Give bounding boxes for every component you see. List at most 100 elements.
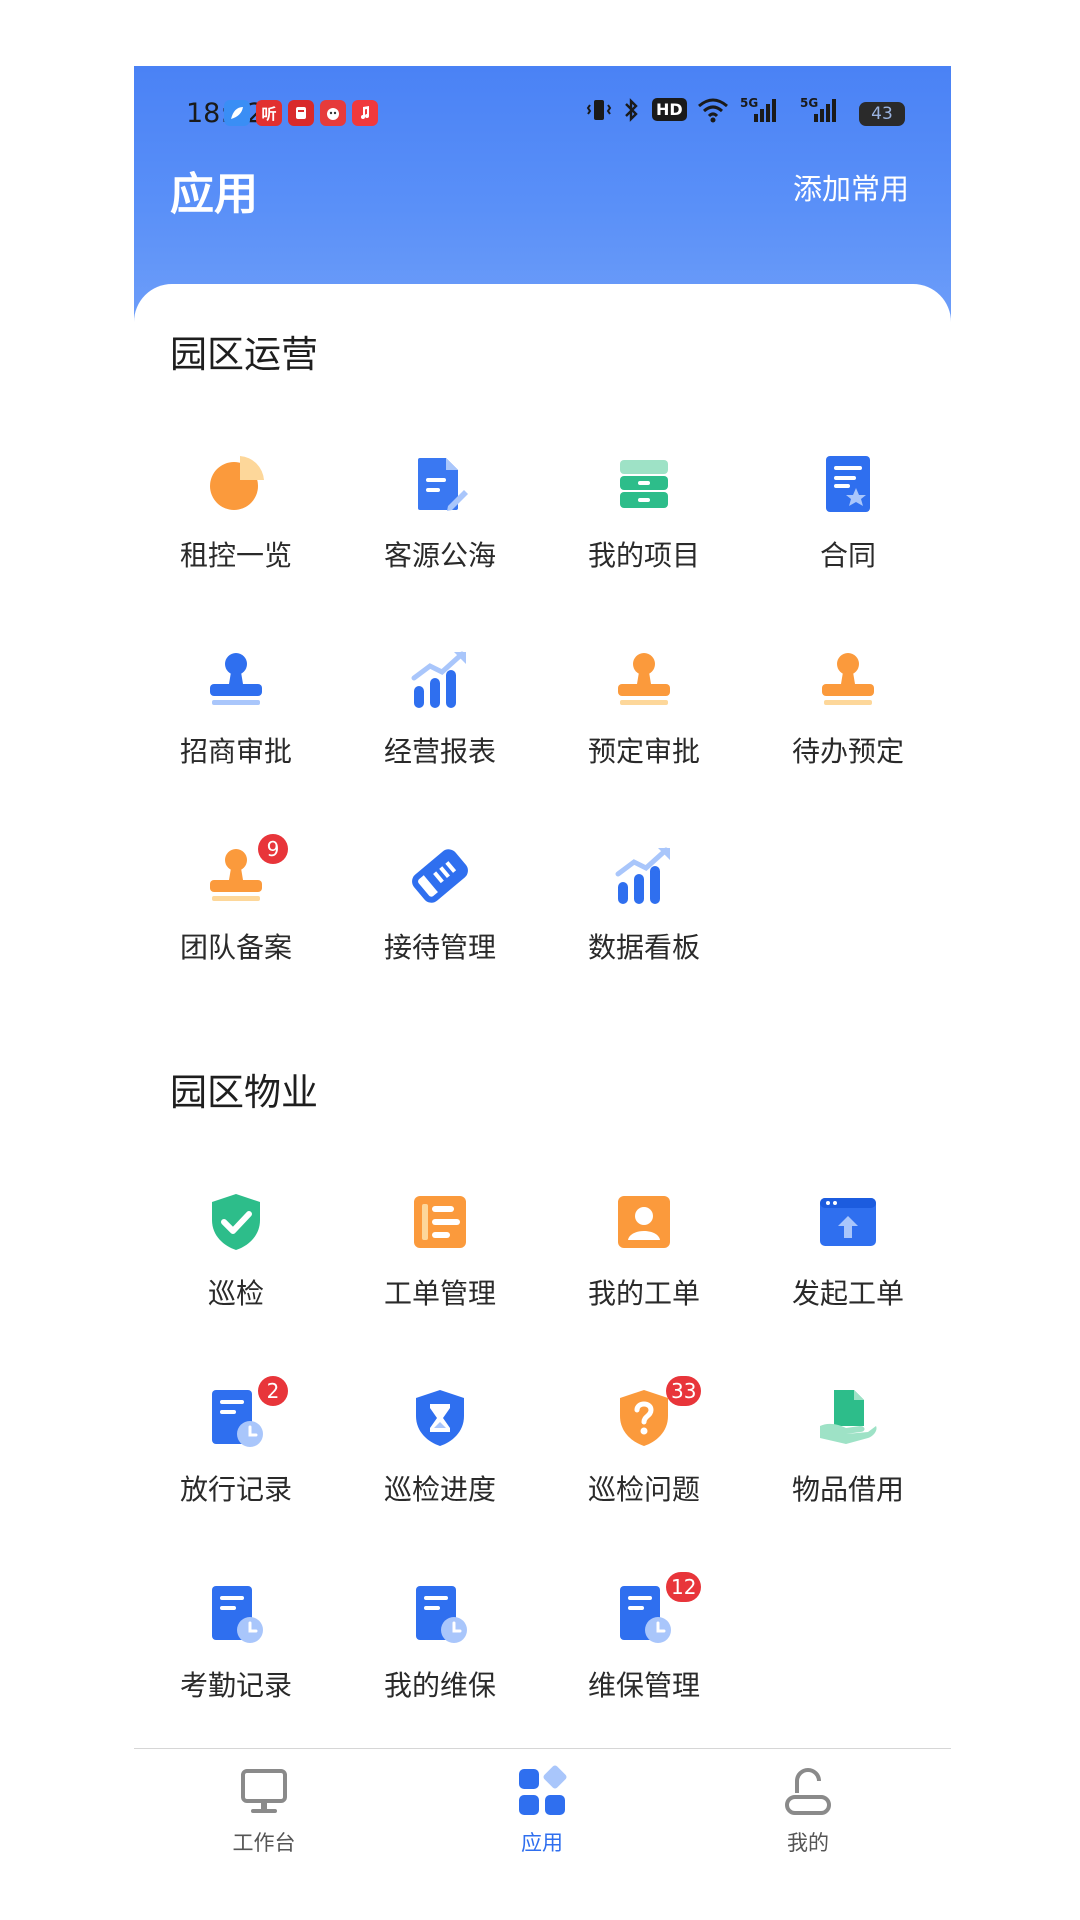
document-clock-icon — [416, 1586, 467, 1643]
add-common-button[interactable]: 添加常用 — [793, 166, 909, 208]
wifi-icon — [696, 96, 730, 130]
app-icon-wrap — [408, 1386, 472, 1450]
tab-label: 工作台 — [232, 1831, 296, 1855]
app-icon-wrap — [204, 648, 268, 712]
app-label: 放行记录 — [179, 1473, 292, 1506]
archive-box-icon — [620, 460, 668, 508]
app-label: 经营报表 — [383, 735, 496, 768]
app-icon-wrap — [816, 648, 880, 712]
app-label: 巡检 — [207, 1277, 264, 1310]
app-item[interactable]: 我的工单 — [542, 1178, 746, 1374]
music-app-icon — [352, 100, 378, 126]
app-item[interactable]: 我的项目 — [542, 440, 746, 636]
app-item[interactable]: 预定审批 — [542, 636, 746, 832]
ting-app-icon: 听 — [256, 100, 282, 126]
app-icon-wrap — [612, 648, 676, 712]
apps-grid-icon — [519, 1765, 567, 1815]
ticket-icon — [412, 849, 468, 903]
app-icon-wrap — [204, 452, 268, 516]
app-item[interactable]: 接待管理 — [338, 832, 542, 1028]
section-title-property: 园区物业 — [170, 1071, 318, 1114]
section-title-operations: 园区运营 — [170, 333, 318, 376]
news-app-icon — [288, 100, 314, 126]
app-label: 巡检问题 — [587, 1473, 700, 1506]
contract-star-icon — [826, 456, 870, 512]
app-item[interactable]: 工单管理 — [338, 1178, 542, 1374]
app-label: 我的维保 — [383, 1669, 496, 1702]
tab-label: 应用 — [521, 1831, 563, 1855]
app-item[interactable]: 9 团队备案 — [134, 832, 338, 1028]
monitor-icon — [241, 1769, 287, 1813]
signal-5g-label: 5G — [740, 96, 759, 110]
browser-upload-icon — [820, 1198, 876, 1246]
notification-badge: 33 — [666, 1376, 702, 1406]
app-label: 我的工单 — [587, 1277, 700, 1310]
signal-5g-label: 5G — [800, 96, 819, 110]
hand-document-icon — [820, 1390, 877, 1444]
app-item[interactable]: 待办预定 — [746, 636, 950, 832]
app-icon-wrap — [408, 1582, 472, 1646]
app-item[interactable]: 数据看板 — [542, 832, 746, 1028]
hd-label: HD — [652, 98, 687, 121]
app-label: 物品借用 — [791, 1473, 904, 1506]
app-item[interactable]: 招商审批 — [134, 636, 338, 832]
app-icon-wrap — [408, 844, 472, 908]
phone-screen: 18:52 听 HD — [134, 66, 951, 1920]
app-item[interactable]: 33 巡检问题 — [542, 1374, 746, 1570]
app-item[interactable]: 考勤记录 — [134, 1570, 338, 1766]
bottom-tab-bar: 工作台 应用 我的 — [134, 1748, 951, 1869]
app-icon-wrap — [612, 1190, 676, 1254]
notification-badge: 12 — [666, 1572, 702, 1602]
app-label: 数据看板 — [587, 931, 700, 964]
app-icon-wrap — [408, 1190, 472, 1254]
5g-signal-icon: 5G — [740, 96, 778, 130]
app-item[interactable]: 合同 — [746, 440, 950, 636]
app-item[interactable]: 发起工单 — [746, 1178, 950, 1374]
app-label: 租控一览 — [179, 539, 292, 572]
app-item[interactable]: 物品借用 — [746, 1374, 950, 1570]
app-label: 待办预定 — [791, 735, 904, 768]
tab-label: 我的 — [787, 1831, 829, 1855]
app-item[interactable]: 2 放行记录 — [134, 1374, 338, 1570]
bluetooth-icon — [622, 96, 642, 130]
app-icon-wrap — [816, 1190, 880, 1254]
app-item[interactable]: 巡检 — [134, 1178, 338, 1374]
tab-mine[interactable]: 我的 — [738, 1763, 878, 1857]
app-label: 我的项目 — [587, 539, 700, 572]
tab-apps[interactable]: 应用 — [472, 1763, 612, 1857]
app-item[interactable]: 客源公海 — [338, 440, 542, 636]
stamp-orange-icon — [618, 653, 670, 705]
app-icon-wrap — [408, 452, 472, 516]
property-app-grid: 巡检 工单管理 我的工单 发起工单 2 放行记录 巡检进度 33 巡检问题 物品借用考勤记录 我的维… — [134, 1178, 951, 1766]
document-clock-icon — [212, 1586, 263, 1643]
app-item[interactable]: 12 维保管理 — [542, 1570, 746, 1766]
app-item[interactable]: 巡检进度 — [338, 1374, 542, 1570]
app-label: 工单管理 — [383, 1277, 496, 1310]
app-label: 考勤记录 — [179, 1669, 292, 1702]
app-label: 发起工单 — [791, 1277, 904, 1310]
user-card-icon — [618, 1196, 670, 1248]
page-title: 应用 — [170, 169, 258, 220]
battery-indicator: 43 — [859, 102, 905, 126]
apps-panel: 园区运营 租控一览 客源公海 我的项目 合同招商审批 经营报表 预定审批 待办预定 9 团队备案… — [134, 284, 951, 1754]
app-icon-wrap — [612, 844, 676, 908]
app-icon-wrap — [816, 452, 880, 516]
app-item[interactable]: 我的维保 — [338, 1570, 542, 1766]
app-label: 预定审批 — [587, 735, 700, 768]
app-icon-wrap: 9 — [204, 834, 288, 908]
bar-chart-trend-icon — [615, 847, 670, 904]
app-item[interactable]: 经营报表 — [338, 636, 542, 832]
app-label: 团队备案 — [179, 931, 292, 964]
mascot-app-icon — [320, 100, 346, 126]
app-label: 巡检进度 — [383, 1473, 496, 1506]
app-label: 招商审批 — [179, 735, 292, 768]
stamp-blue-icon — [210, 653, 262, 705]
notification-badge: 2 — [258, 1376, 288, 1406]
app-item[interactable]: 租控一览 — [134, 440, 338, 636]
5g-signal-icon: 5G — [800, 96, 838, 130]
app-icon-wrap — [612, 452, 676, 516]
tab-workbench[interactable]: 工作台 — [194, 1763, 334, 1857]
app-icon-wrap — [204, 1190, 268, 1254]
stamp-orange-icon — [822, 653, 874, 705]
app-icon-wrap — [204, 1582, 268, 1646]
